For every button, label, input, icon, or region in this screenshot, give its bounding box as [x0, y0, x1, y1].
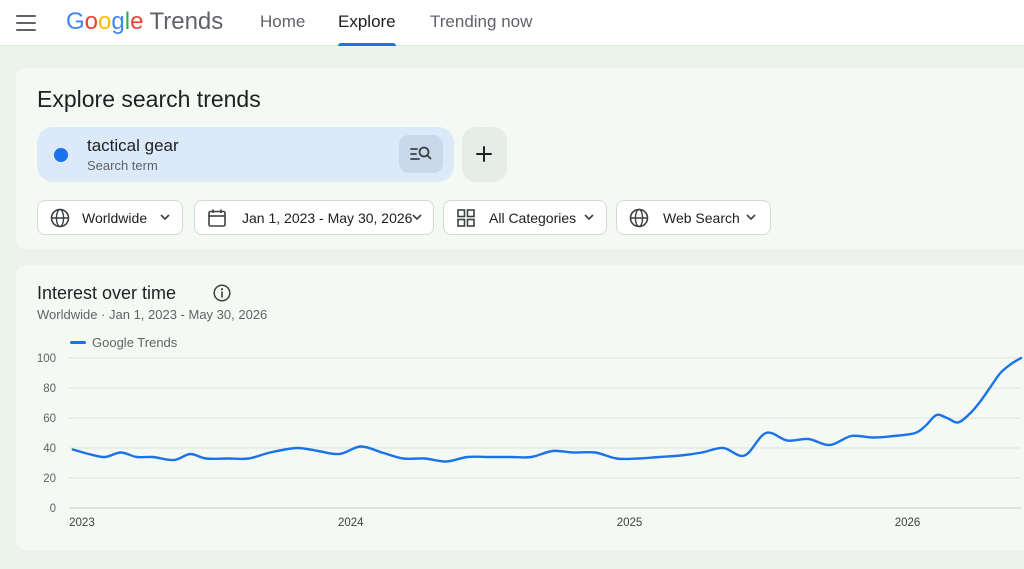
search-term-field[interactable]: tactical gear Search term	[37, 127, 454, 182]
tab-trending-now[interactable]: Trending now	[430, 0, 532, 46]
date-range-filter-label: Jan 1, 2023 - May 30, 2026	[242, 210, 413, 226]
x-tick-label: 2024	[338, 517, 364, 529]
y-tick-label: 0	[50, 503, 56, 515]
y-tick-label: 80	[43, 383, 56, 395]
tab-explore[interactable]: Explore	[338, 0, 396, 46]
category-filter-label: All Categories	[489, 210, 577, 226]
google-wordmark: Google	[66, 8, 143, 35]
active-tab-indicator	[338, 43, 396, 46]
hamburger-menu-icon[interactable]	[12, 9, 40, 37]
category-filter[interactable]: All Categories	[443, 200, 607, 235]
chart-subtitle: Worldwide · Jan 1, 2023 - May 30, 2026	[37, 307, 268, 322]
globe-icon	[629, 208, 649, 228]
search-list-icon	[410, 146, 432, 160]
calendar-icon	[208, 209, 226, 227]
tab-home[interactable]: Home	[260, 0, 305, 46]
explore-title: Explore search trends	[37, 86, 261, 112]
tab-trending-now-label: Trending now	[430, 12, 533, 31]
x-tick-label: 2023	[69, 517, 95, 529]
search-refine-button[interactable]	[399, 135, 443, 173]
search-term-value[interactable]: tactical gear	[87, 136, 179, 156]
logo-letter: G	[66, 8, 85, 35]
legend-label: Google Trends	[92, 335, 178, 350]
y-tick-label: 20	[43, 473, 56, 485]
interest-over-time-card: 100 80 60 40 20 0 2023 2024 2025 2026 Interest ov…	[16, 265, 1024, 550]
y-tick-label: 60	[43, 413, 56, 425]
add-term-button[interactable]	[462, 127, 507, 182]
plus-icon	[476, 146, 492, 162]
term-color-dot	[54, 148, 68, 162]
chevron-down-icon	[412, 214, 422, 221]
explore-panel: Explore search trends tactical gear Sear…	[16, 68, 1024, 249]
logo-letter: o	[98, 8, 112, 35]
x-tick-label: 2025	[617, 517, 643, 529]
search-property-filter[interactable]: Web Search	[616, 200, 771, 235]
x-tick-label: 2026	[895, 517, 921, 529]
legend-swatch	[70, 341, 86, 344]
search-term-label: Search term	[87, 158, 158, 173]
globe-icon	[50, 208, 70, 228]
series-line-google-trends	[71, 356, 1023, 463]
top-app-bar: Google Trends Home Explore Trending now	[0, 0, 1024, 46]
date-range-filter[interactable]: Jan 1, 2023 - May 30, 2026	[194, 200, 434, 235]
chevron-down-icon	[160, 214, 170, 221]
chevron-down-icon	[584, 214, 594, 221]
tab-home-label: Home	[260, 12, 306, 31]
google-trends-logo[interactable]: Google Trends	[66, 8, 223, 36]
region-filter[interactable]: Worldwide	[37, 200, 183, 235]
logo-letter: g	[111, 8, 125, 35]
logo-letter: o	[84, 8, 99, 35]
info-icon[interactable]	[213, 284, 231, 302]
region-filter-label: Worldwide	[82, 210, 148, 226]
chart-title: Interest over time	[37, 283, 177, 303]
y-tick-label: 40	[43, 443, 56, 455]
logo-product-name: Trends	[149, 8, 224, 35]
search-property-filter-label: Web Search	[663, 210, 740, 226]
grid-icon	[457, 209, 475, 227]
chevron-down-icon	[746, 214, 756, 221]
y-tick-label: 100	[37, 353, 56, 365]
tab-explore-label: Explore	[338, 12, 396, 31]
logo-letter: e	[130, 8, 144, 35]
